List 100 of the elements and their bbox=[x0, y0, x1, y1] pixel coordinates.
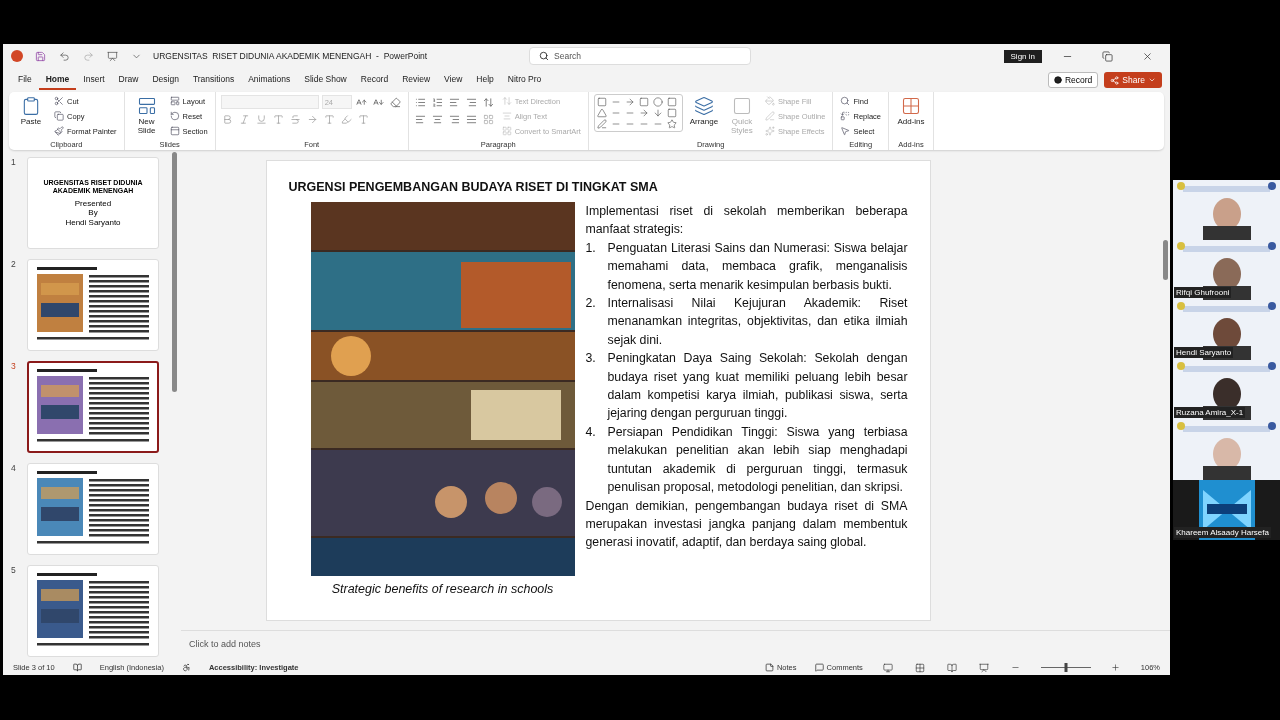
undo-icon[interactable] bbox=[57, 49, 71, 63]
restore-icon[interactable] bbox=[1100, 49, 1114, 63]
participant-name: Khareem Alsaady Harsefa bbox=[1174, 527, 1271, 538]
line-spacing-icon[interactable] bbox=[481, 95, 496, 109]
accessibility-icon bbox=[181, 663, 191, 672]
app-logo bbox=[11, 50, 23, 62]
quick-styles-icon bbox=[731, 96, 752, 116]
ribbon-button[interactable]: Arrange bbox=[686, 94, 721, 129]
scrollbar[interactable] bbox=[1163, 240, 1168, 280]
paintbrush-icon bbox=[54, 126, 64, 136]
strikethrough-icon[interactable] bbox=[288, 112, 303, 126]
ribbon-tab[interactable]: Review bbox=[395, 70, 438, 90]
shape-icon[interactable] bbox=[666, 119, 677, 129]
shape-outline-icon bbox=[764, 111, 775, 121]
ribbon-tab[interactable]: Animations bbox=[241, 70, 298, 90]
list-item-text: Internalisasi Nilai Kejujuran Akademik: Riset menanamkan integritas, objektivitas, dan etika ilmiah sejak dini. bbox=[607, 295, 908, 349]
list-number: 2. bbox=[585, 295, 597, 313]
share-button[interactable]: Share bbox=[1104, 72, 1162, 88]
text-direction-icon bbox=[501, 96, 512, 106]
reset-icon bbox=[169, 111, 180, 121]
pointer-icon bbox=[840, 126, 851, 136]
ribbon-tab[interactable]: Design bbox=[145, 70, 186, 90]
save-icon[interactable] bbox=[33, 49, 47, 63]
sign-in-button[interactable]: Sign in bbox=[1003, 49, 1042, 63]
ribbon-tab[interactable]: Home bbox=[38, 70, 77, 90]
ribbon-tab[interactable]: Record bbox=[353, 70, 396, 90]
shape-icon[interactable] bbox=[596, 119, 607, 129]
shadow-icon[interactable] bbox=[271, 112, 286, 126]
window-title: URGENSITAS RISET DIDUNIA AKADEMIK MENENGAH - PowerPoint bbox=[153, 51, 428, 61]
shape-icon[interactable] bbox=[638, 97, 649, 107]
body-text: Implementasi riset di sekolah memberikan beberapa manfaat strategis: bbox=[585, 203, 908, 239]
ribbon-tab[interactable]: Insert bbox=[76, 70, 112, 90]
shape-icon[interactable] bbox=[666, 97, 677, 107]
shape-icon[interactable] bbox=[596, 108, 607, 118]
spelling-icon[interactable] bbox=[72, 663, 82, 672]
copy-icon bbox=[54, 111, 64, 121]
font-color-icon[interactable] bbox=[356, 112, 371, 126]
list-item-text: Peningkatan Daya Saing Sekolah: Sekolah dengan budaya riset yang kuat memiliki peluang lebih besar dalam kompetisi karya ilmiah, publikasi siswa, serta jejaring dengan perguruan tinggi. bbox=[607, 350, 908, 423]
shapes-gallery[interactable] bbox=[593, 94, 683, 132]
add-ins-icon bbox=[901, 96, 921, 116]
ribbon-button[interactable]: Add-ins bbox=[894, 94, 928, 129]
ribbon-tab[interactable]: Slide Show bbox=[297, 70, 354, 90]
list-number: 1. bbox=[585, 239, 597, 257]
section-icon bbox=[169, 126, 180, 136]
thumbnail-text: Hendi Saryanto bbox=[65, 217, 121, 228]
record-icon bbox=[1053, 76, 1062, 84]
zoom-thumb[interactable] bbox=[1064, 663, 1068, 672]
ribbon-tab[interactable]: Help bbox=[469, 70, 501, 90]
comment-icon bbox=[814, 663, 824, 672]
highlighter-icon[interactable] bbox=[339, 112, 354, 126]
image-caption: Strategic benefits of research in schools bbox=[331, 582, 554, 596]
presentation-icon[interactable] bbox=[105, 49, 119, 63]
search-field[interactable]: Search bbox=[529, 47, 752, 65]
thumbnail-text: By bbox=[88, 208, 98, 218]
shape-effects-icon bbox=[764, 126, 775, 136]
slide-number: 2 bbox=[11, 259, 17, 271]
underline-icon[interactable] bbox=[254, 112, 269, 126]
notes-placeholder[interactable]: Click to add notes bbox=[181, 630, 1170, 660]
replace-icon bbox=[840, 111, 851, 121]
clear-format-icon[interactable] bbox=[388, 95, 403, 109]
ribbon-button[interactable]: New Slide bbox=[129, 94, 164, 138]
shape-icon[interactable] bbox=[596, 97, 607, 107]
participant-name: Rifqi Ghufrooni bbox=[1174, 287, 1232, 298]
slide-title: URGENSI PENGEMBANGAN BUDAYA RISET DI TINGKAT SMA bbox=[288, 180, 659, 194]
slide-number: 3 bbox=[11, 361, 17, 373]
ribbon-tab[interactable]: File bbox=[11, 70, 39, 90]
layout-icon bbox=[169, 96, 180, 106]
numbering-icon[interactable] bbox=[430, 95, 445, 109]
participant-name: Ruzana Amira_X-1 bbox=[1174, 407, 1246, 418]
shape-icon[interactable] bbox=[652, 97, 663, 107]
smartart-icon bbox=[501, 126, 512, 136]
arrange-icon bbox=[693, 96, 714, 116]
ribbon-tab[interactable]: View bbox=[437, 70, 470, 90]
record-button[interactable]: Record bbox=[1047, 72, 1099, 88]
shape-icon[interactable] bbox=[624, 97, 635, 107]
columns-icon[interactable] bbox=[481, 112, 496, 126]
shape-icon[interactable] bbox=[638, 108, 649, 118]
search-icon bbox=[840, 96, 851, 106]
ribbon-tab[interactable]: Transitions bbox=[185, 70, 242, 90]
body-text: Dengan demikian, pengembangan budaya riset di SMA merupakan investasi jangka panjang dalam membentuk generasi inovatif, adaptif, dan berdaya saing global. bbox=[585, 497, 908, 552]
ribbon-tab[interactable]: Nitro Pro bbox=[500, 70, 549, 90]
participant-name: Hendi Saryanto bbox=[1174, 347, 1234, 358]
shape-icon[interactable] bbox=[666, 108, 677, 118]
list-number: 4. bbox=[585, 423, 597, 441]
slide-number: 5 bbox=[11, 565, 17, 577]
list-item-text: Penguatan Literasi Sains dan Numerasi: Siswa belajar memahami data, membaca grafik, menganalisis fenomena, serta menarik kesimpulan berbasis bukti. bbox=[607, 239, 908, 294]
ribbon-tab[interactable]: Draw bbox=[111, 70, 146, 90]
shape-icon[interactable] bbox=[652, 108, 663, 118]
thumbnail-text: Presented bbox=[74, 198, 112, 209]
paste-icon bbox=[21, 96, 41, 116]
list-item-text: Persiapan Pendidikan Tinggi: Siswa yang terbiasa melakukan penelitian akan lebih siap menghadapi tuntutan akademik di perguruan tinggi, termasuk penulisan proposal, metodologi penelitian, dan skripsi. bbox=[607, 423, 908, 497]
change-case-icon[interactable] bbox=[322, 112, 337, 126]
scissors-icon bbox=[54, 96, 64, 106]
list-number: 3. bbox=[585, 350, 597, 368]
scrollbar[interactable] bbox=[172, 152, 177, 392]
align-text-icon bbox=[501, 111, 512, 121]
notes-icon bbox=[764, 663, 774, 672]
ribbon-button[interactable]: Paste bbox=[14, 94, 48, 129]
caret-icon bbox=[1148, 76, 1156, 84]
redo-icon[interactable] bbox=[81, 49, 95, 63]
